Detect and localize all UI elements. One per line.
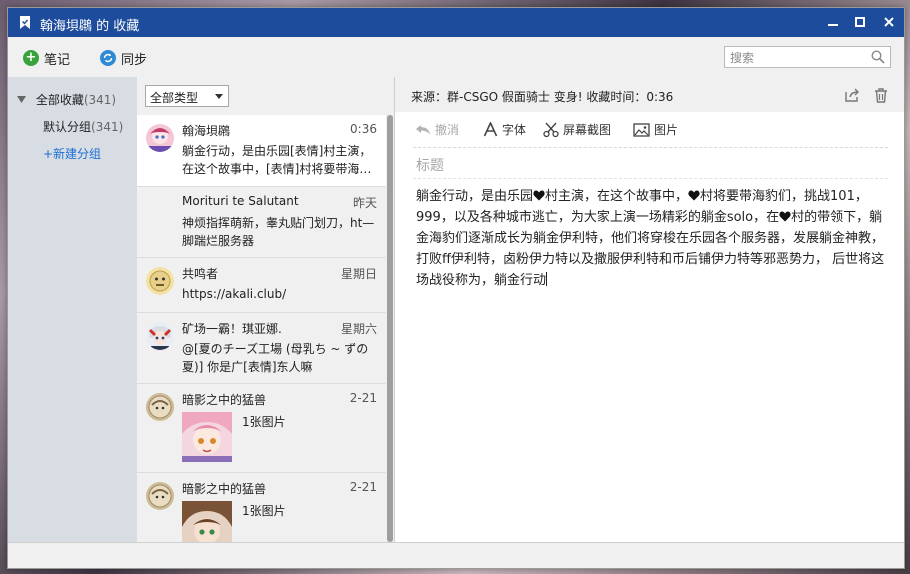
new-note-label: 笔记 [44, 52, 71, 68]
body-text: 村主演，在这个故事中， [545, 189, 689, 204]
new-group-button[interactable]: +新建分组 [43, 145, 101, 162]
title-bar[interactable]: 翰海垻鸊 的 收藏 [8, 8, 904, 37]
list-item[interactable]: 矿场一霸！琪亚娜. 星期六 @[夏のチーズ工場 (母乳ち ~ ずの夏)] 你是广… [137, 313, 386, 384]
note-author: 暗影之中的猛兽 [182, 482, 267, 496]
note-excerpt: 躺金行动，是由乐园[表情]村主演，在这个故事中，[表情]村将要带海… [182, 144, 372, 176]
note-author: 暗影之中的猛兽 [182, 393, 267, 407]
avatar [146, 482, 174, 510]
divider [413, 178, 888, 179]
note-author: 翰海垻鸊 [182, 124, 231, 138]
sidebar-item-default[interactable]: 默认分组(341) [43, 118, 123, 135]
image-label: 图片 [654, 123, 679, 137]
note-time: 2-21 [349, 391, 377, 405]
trash-icon[interactable] [873, 87, 889, 103]
sidebar-default-label: 默认分组 [43, 120, 92, 134]
avatar [146, 393, 174, 421]
maximize-button[interactable] [850, 13, 870, 33]
screenshot-button[interactable]: 屏幕截图 [543, 121, 611, 138]
heart-icon [779, 211, 791, 222]
sidebar-item-all[interactable]: 全部收藏(341) [17, 91, 116, 108]
bookmark-icon [20, 16, 30, 29]
list-item[interactable]: 翰海垻鸊 0:36 躺金行动，是由乐园[表情]村主演，在这个故事中，[表情]村将… [137, 115, 386, 187]
app-window: 翰海垻鸊 的 收藏 + 笔记 同步 搜索 全部收藏(341) 默认分组(341)… [7, 7, 905, 569]
chevron-down-icon [215, 94, 223, 99]
minimize-button[interactable] [823, 13, 843, 33]
divider [413, 147, 888, 148]
sidebar-default-count: (341) [91, 120, 124, 134]
note-list: 翰海垻鸊 0:36 躺金行动，是由乐园[表情]村主演，在这个故事中，[表情]村将… [137, 115, 386, 542]
font-icon [483, 122, 498, 137]
sidebar-all-label: 全部收藏 [35, 93, 84, 107]
close-button[interactable] [879, 13, 899, 33]
image-thumbnail[interactable] [182, 412, 232, 462]
note-source: 来源：群-CSGO 假面骑士 变身! 收藏时间：0:36 [411, 90, 674, 104]
note-excerpt: https://akali.club/ [182, 287, 287, 301]
list-item[interactable]: 暗影之中的猛兽 2-21 1张图片 [137, 473, 386, 542]
sync-label: 同步 [121, 52, 148, 68]
list-scrollbar[interactable] [387, 115, 393, 542]
note-author: 矿场一霸！琪亚娜. [182, 322, 282, 336]
avatar [146, 267, 174, 295]
folder-sidebar: 全部收藏(341) 默认分组(341) +新建分组 [8, 77, 138, 542]
note-body[interactable]: 躺金行动，是由乐园 村主演，在这个故事中， 村将要带海豹们，挑战101，999，以及… [416, 186, 892, 291]
close-icon [884, 17, 894, 27]
minimize-icon [828, 24, 838, 26]
undo-button[interactable]: 撤消 [415, 121, 459, 138]
undo-label: 撤消 [435, 123, 460, 137]
share-icon[interactable] [844, 87, 860, 103]
sync-icon [100, 50, 116, 66]
type-filter-value: 全部类型 [150, 91, 199, 105]
list-item[interactable]: 共鸣者 星期日 https://akali.club/ [137, 258, 386, 313]
image-button[interactable]: 图片 [633, 121, 678, 138]
plus-circle-icon: + [23, 50, 39, 66]
new-note-button[interactable]: + 笔记 [23, 48, 70, 68]
font-label: 字体 [502, 123, 527, 137]
note-time: 星期日 [340, 267, 377, 281]
note-author: Morituri te Salutant [182, 194, 299, 208]
text-caret [546, 272, 548, 286]
expand-triangle-icon[interactable] [17, 96, 26, 103]
type-filter-select[interactable]: 全部类型 [145, 85, 229, 107]
image-icon [633, 122, 650, 137]
image-count-label: 1张图片 [242, 504, 286, 518]
image-thumbnail[interactable] [182, 501, 232, 542]
main-toolbar: + 笔记 同步 [8, 37, 904, 77]
list-item[interactable]: Morituri te Salutant 昨天 神烦指挥萌新，睾丸贴门划刀，ht… [137, 187, 386, 258]
note-time: 星期六 [340, 322, 377, 336]
note-excerpt: 神烦指挥萌新，睾丸贴门划刀，ht—脚踹烂服务器 [182, 216, 375, 248]
heart-icon [533, 190, 545, 201]
scissors-icon [543, 122, 559, 137]
screenshot-label: 屏幕截图 [563, 123, 612, 137]
title-field[interactable]: 标题 [416, 155, 444, 175]
sidebar-all-count: (341) [83, 93, 117, 107]
note-time: 2-21 [349, 480, 377, 494]
editor-header: 来源：群-CSGO 假面骑士 变身! 收藏时间：0:36 [395, 77, 904, 113]
body-text: 躺金行动，是由乐园 [416, 189, 534, 204]
maximize-icon [855, 17, 865, 27]
note-editor: 来源：群-CSGO 假面骑士 变身! 收藏时间：0:36 撤消 字体 屏幕截图 … [395, 77, 904, 542]
avatar [146, 322, 174, 350]
avatar [146, 124, 174, 152]
list-item[interactable]: 暗影之中的猛兽 2-21 1张图片 [137, 384, 386, 473]
window-title: 翰海垻鸊 的 收藏 [40, 19, 140, 34]
search-input[interactable] [728, 48, 872, 68]
editor-toolbar: 撤消 字体 屏幕截图 图片 [395, 112, 904, 145]
sync-button[interactable]: 同步 [100, 48, 147, 68]
note-list-pane: 全部类型 翰海垻鸊 0:36 躺金行动，是由乐园[表情]村主演，在这个故事中，[… [137, 77, 395, 542]
note-time: 0:36 [350, 122, 377, 136]
undo-icon [416, 124, 430, 134]
note-excerpt: @[夏のチーズ工場 (母乳ち ~ ずの夏)] 你是广[表情]东人嘛 [182, 342, 369, 374]
search-box[interactable] [724, 46, 891, 68]
image-count-label: 1张图片 [242, 415, 286, 429]
font-button[interactable]: 字体 [483, 121, 526, 138]
note-time: 昨天 [352, 196, 377, 210]
heart-icon [688, 190, 700, 201]
scrollbar-thumb[interactable] [387, 115, 393, 542]
status-bar [8, 542, 904, 568]
magnifier-icon[interactable] [871, 50, 885, 64]
note-author: 共鸣者 [182, 267, 219, 281]
